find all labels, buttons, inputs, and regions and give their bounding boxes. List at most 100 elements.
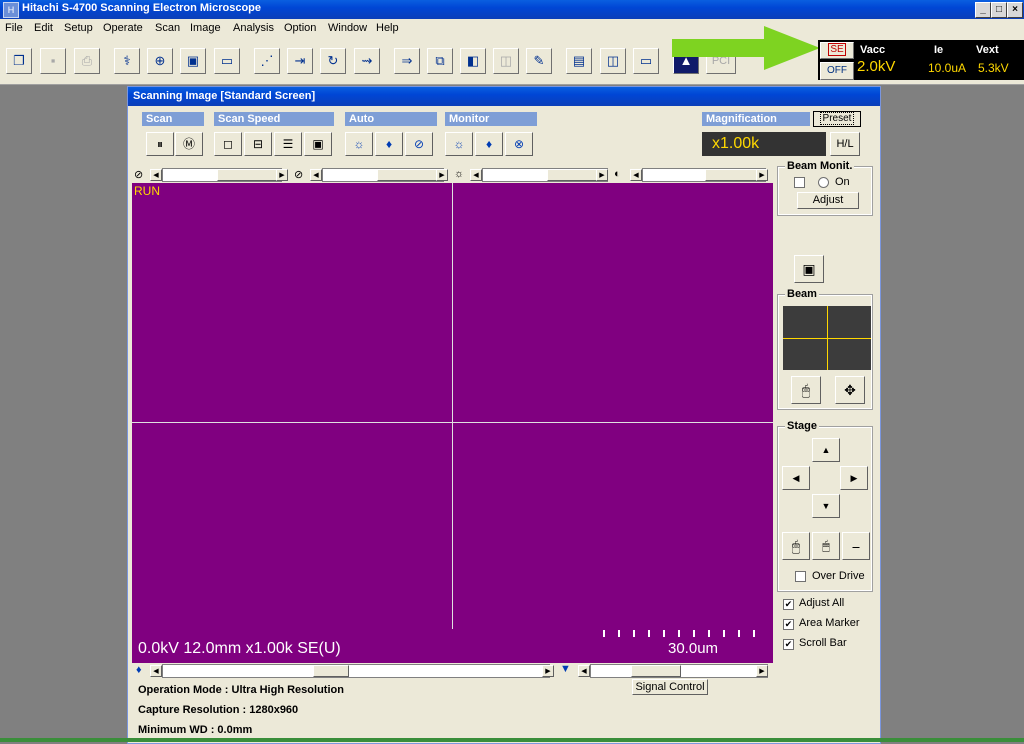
preset-label: Preset [819, 112, 855, 125]
beam-monit-on-radio[interactable] [818, 177, 829, 188]
speed-4-button[interactable]: ▣ [304, 132, 332, 156]
beam-position-view[interactable] [783, 306, 871, 370]
focus-slider[interactable] [162, 664, 550, 678]
area-marker-checkbox[interactable]: ✔ [783, 619, 794, 630]
stigma-x-slider[interactable] [162, 168, 282, 182]
stage-down-button[interactable]: ▼ [812, 494, 840, 518]
beam-title: Beam [785, 288, 819, 300]
auto-focus-button[interactable]: ♦ [375, 132, 403, 156]
ie-label: Ie [934, 44, 944, 56]
speed-3-button[interactable]: ☰ [274, 132, 302, 156]
close-button[interactable]: × [1007, 2, 1023, 18]
dual-view-icon[interactable]: ◫ [600, 48, 626, 74]
auto-brightness-button[interactable]: ☼ [345, 132, 373, 156]
menu-bar: File Edit Setup Operate Scan Image Analy… [0, 19, 1024, 38]
slider2-right[interactable]: ▶ [436, 169, 448, 181]
annotate-icon[interactable]: ✎ [526, 48, 552, 74]
align-icon[interactable]: ⋰ [254, 48, 280, 74]
save-beam-icon[interactable]: ▣ [794, 255, 824, 283]
minimize-button[interactable]: _ [975, 2, 991, 18]
signal-control-button[interactable]: Signal Control [632, 679, 708, 695]
speed-1-button[interactable]: ◻ [214, 132, 242, 156]
scroll-bar-checkbox[interactable]: ✔ [783, 639, 794, 650]
image-info-text: 0.0kV 12.0mm x1.00k SE(U) [138, 640, 341, 657]
compare-icon[interactable]: ◫ [493, 48, 519, 74]
slider1-left[interactable]: ◀ [150, 169, 162, 181]
single-view-icon[interactable]: ▤ [566, 48, 592, 74]
auto-stigma-button[interactable]: ⊘ [405, 132, 433, 156]
app-icon[interactable]: H [3, 2, 19, 18]
full-view-icon[interactable]: ▭ [633, 48, 659, 74]
color-icon[interactable]: ◧ [460, 48, 486, 74]
focus-icon[interactable]: ⇥ [287, 48, 313, 74]
magnification-label: Magnification [702, 112, 810, 126]
slider4-left[interactable]: ◀ [630, 169, 642, 181]
beam-mouse-icon[interactable]: 🖱 [791, 376, 821, 404]
preset-button[interactable]: Preset [813, 111, 861, 127]
menu-option[interactable]: Option [284, 22, 316, 34]
beam-move-icon[interactable]: ✥ [835, 376, 865, 404]
stage-up-button[interactable]: ▲ [812, 438, 840, 462]
beam-icon[interactable]: ⚕ [114, 48, 140, 74]
adjust-button[interactable]: Adjust [797, 192, 859, 209]
menu-image[interactable]: Image [190, 22, 221, 34]
slider3-right[interactable]: ▶ [596, 169, 608, 181]
slider4-right[interactable]: ▶ [756, 169, 768, 181]
beam-monit-checkbox[interactable] [794, 177, 805, 188]
hl-button[interactable]: H/L [830, 132, 860, 156]
aux-slider-right[interactable]: ▶ [756, 665, 768, 677]
aux-slider-left[interactable]: ◀ [578, 665, 590, 677]
scale-icon[interactable]: ▭ [214, 48, 240, 74]
scan-mode-button[interactable]: Ⓜ [175, 132, 203, 156]
print-icon[interactable]: ⎙ [74, 48, 100, 74]
save-icon[interactable]: ▪ [40, 48, 66, 74]
se-button[interactable]: SE [820, 42, 854, 59]
menu-analysis[interactable]: Analysis [233, 22, 274, 34]
signal-icon[interactable]: ⇒ [394, 48, 420, 74]
slider2-left[interactable]: ◀ [310, 169, 322, 181]
stage-left-button[interactable]: ◀ [782, 466, 810, 490]
slider-thumb[interactable] [313, 665, 349, 677]
pause-button[interactable]: ⏸ [146, 132, 174, 156]
stage-mouse-plus-icon[interactable]: 🖱 [812, 532, 840, 560]
stage-mouse-icon[interactable]: 🖱 [782, 532, 810, 560]
menu-window[interactable]: Window [328, 22, 367, 34]
stage-tilt-icon[interactable]: ⎯ [842, 532, 870, 560]
maximize-button[interactable]: □ [991, 2, 1007, 18]
crosshair-icon[interactable]: ⊕ [147, 48, 173, 74]
menu-edit[interactable]: Edit [34, 22, 53, 34]
contrast-slider[interactable] [642, 168, 766, 182]
cascade-windows-icon[interactable]: ❐ [6, 48, 32, 74]
aux-slider[interactable] [590, 664, 768, 678]
rotation-icon[interactable]: ↻ [320, 48, 346, 74]
monitor-group-label: Monitor [445, 112, 537, 126]
monitor-brightness-button[interactable]: ☼ [445, 132, 473, 156]
menu-scan[interactable]: Scan [155, 22, 180, 34]
brightness-slider[interactable] [482, 168, 608, 182]
slider-thumb[interactable] [631, 665, 681, 677]
tilt-icon[interactable]: ⇝ [354, 48, 380, 74]
menu-setup[interactable]: Setup [64, 22, 93, 34]
monitor-focus-button[interactable]: ♦ [475, 132, 503, 156]
slider-thumb[interactable] [217, 169, 277, 181]
scan-image-area[interactable]: RUN 0.0kV 12.0mm x1.00k SE(U) 30.0um [132, 183, 773, 663]
stage-right-button[interactable]: ▶ [840, 466, 868, 490]
over-drive-checkbox[interactable] [795, 571, 806, 582]
menu-operate[interactable]: Operate [103, 22, 143, 34]
slider1-right[interactable]: ▶ [276, 169, 288, 181]
adjust-all-checkbox[interactable]: ✔ [783, 599, 794, 610]
menu-file[interactable]: File [5, 22, 23, 34]
off-button[interactable]: OFF [820, 62, 854, 80]
slider3-left[interactable]: ◀ [470, 169, 482, 181]
focus-slider-right[interactable]: ▶ [542, 665, 554, 677]
scan-speed-group-label: Scan Speed [214, 112, 334, 126]
monitor-stigma-button[interactable]: ⊗ [505, 132, 533, 156]
stigma-y-slider[interactable] [322, 168, 444, 182]
image-capture-icon[interactable]: ▣ [180, 48, 206, 74]
brightness-icon: ☼ [454, 168, 465, 180]
speed-2-button[interactable]: ⊟ [244, 132, 272, 156]
focus-slider-left[interactable]: ◀ [150, 665, 162, 677]
detector-icon[interactable]: ⧉ [427, 48, 453, 74]
menu-help[interactable]: Help [376, 22, 399, 34]
slider-thumb[interactable] [377, 169, 437, 181]
